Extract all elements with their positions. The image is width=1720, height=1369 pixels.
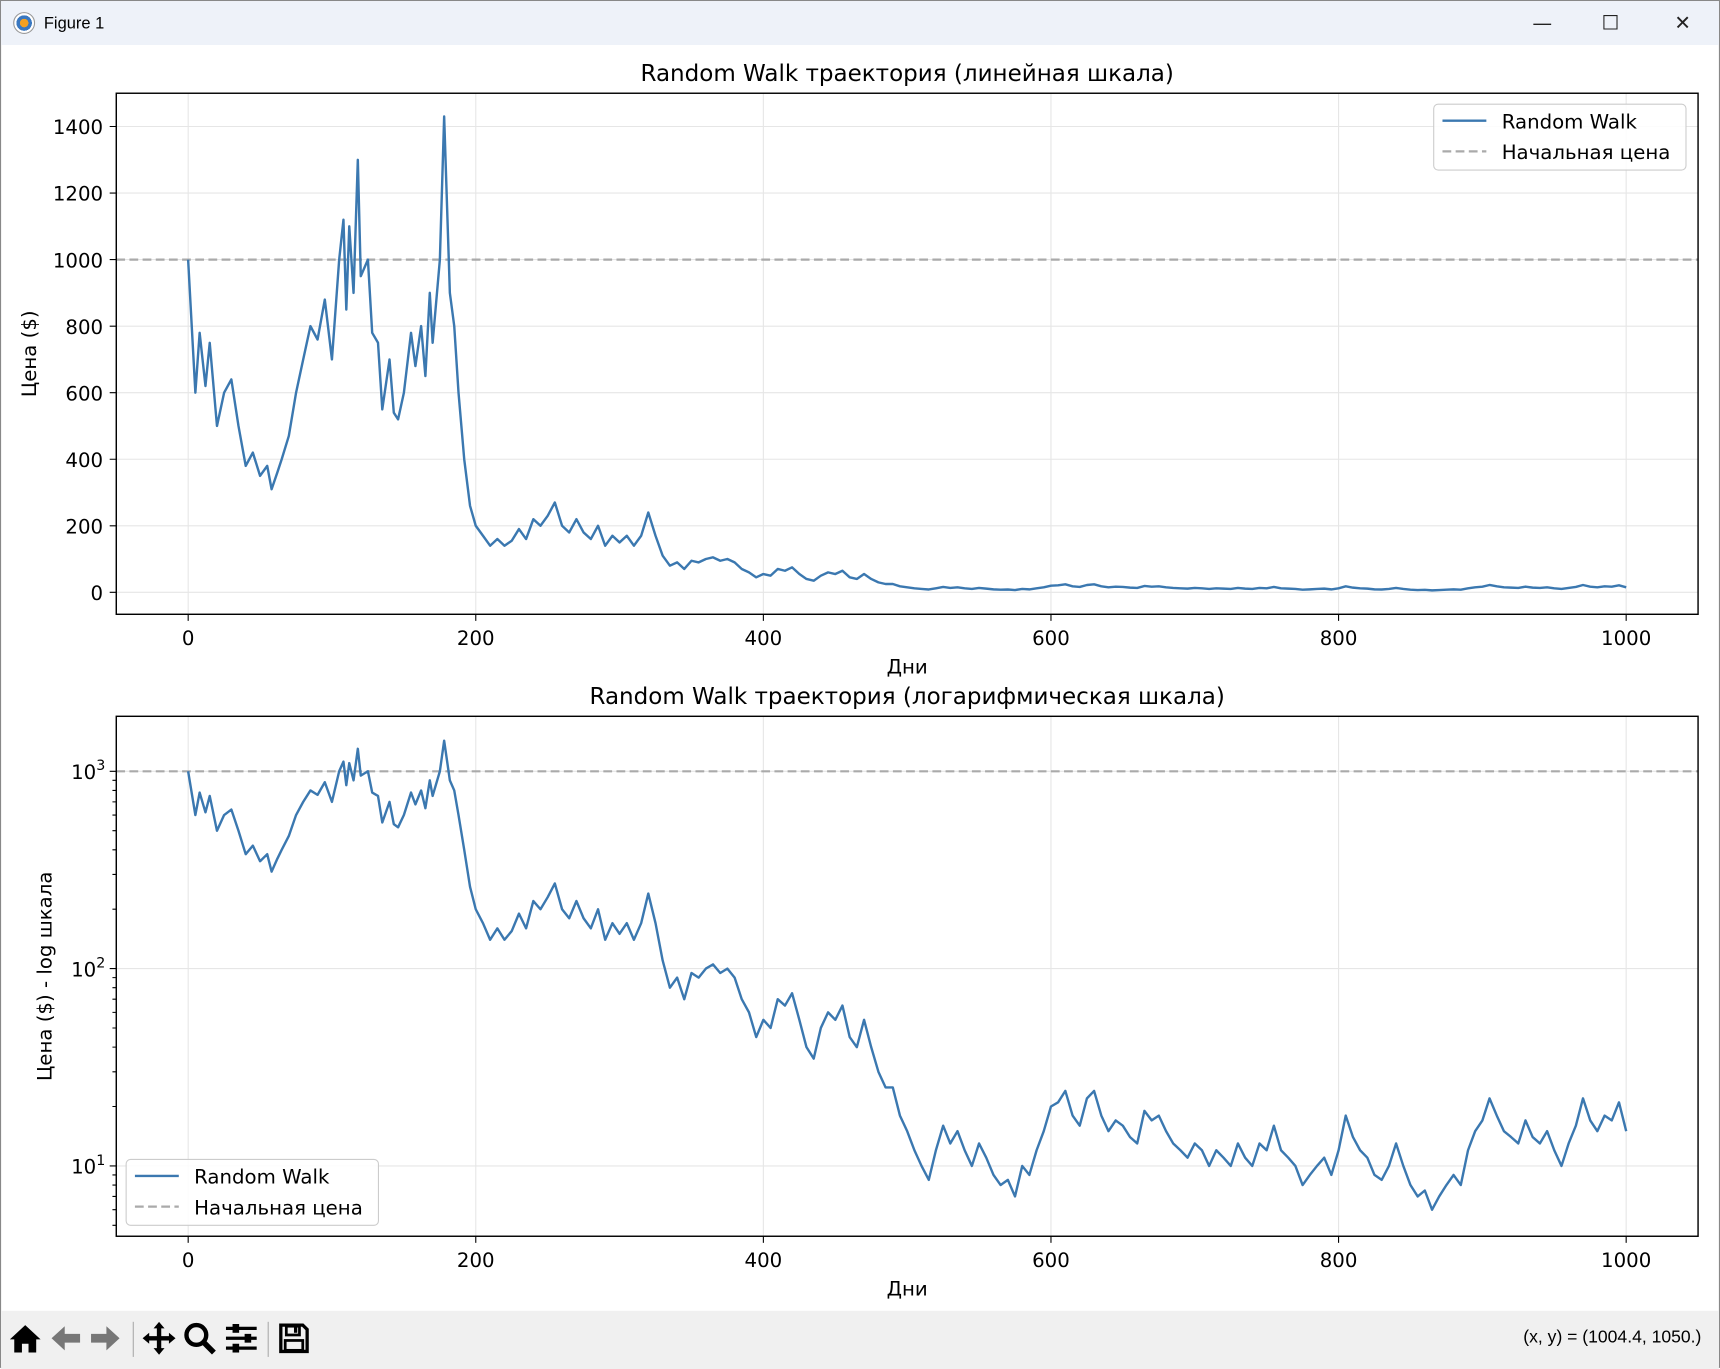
x-axis-label: Дни bbox=[887, 656, 928, 679]
axes-title: Random Walk траектория (логарифмическая … bbox=[589, 684, 1224, 710]
y-axis-label: Цена ($) - log шкала bbox=[34, 872, 57, 1082]
x-tick-label: 600 bbox=[1032, 1249, 1070, 1272]
x-tick-label: 800 bbox=[1320, 627, 1358, 650]
y-tick-label: 101 bbox=[71, 1153, 105, 1179]
y-tick-label: 200 bbox=[65, 515, 103, 538]
figure-window: Figure 1 — ☐ ✕ 0 200 400 600 800 1000 0 200 400 6… bbox=[0, 0, 1720, 1369]
home-icon[interactable] bbox=[7, 1320, 44, 1357]
x-tick-label: 1000 bbox=[1601, 1249, 1651, 1272]
y-tick-label: 102 bbox=[71, 956, 105, 982]
y-tick-label: 0 bbox=[91, 582, 104, 605]
forward-icon[interactable] bbox=[87, 1320, 124, 1357]
axes-frame bbox=[115, 715, 1699, 1237]
y-tick-label: 800 bbox=[65, 316, 103, 339]
save-icon[interactable] bbox=[275, 1320, 312, 1357]
random-walk-line bbox=[186, 115, 1627, 592]
y-tick-label: 400 bbox=[65, 449, 103, 472]
y-axis-label: Цена ($) bbox=[18, 310, 41, 397]
navigation-toolbar: (x, y) = (1004.4, 1050.) bbox=[1, 1310, 1719, 1369]
x-tick-label: 600 bbox=[1032, 627, 1070, 650]
axes-title: Random Walk траектория (линейная шкала) bbox=[640, 61, 1173, 87]
figure-canvas[interactable]: 0 200 400 600 800 1000 0 200 400 600 800 1000 1200 14… bbox=[1, 45, 1719, 1311]
y-tick-label: 1200 bbox=[53, 183, 103, 206]
toolbar-separator bbox=[132, 1321, 134, 1357]
legend-start-price-label: Начальная цена bbox=[1502, 141, 1671, 164]
y-tick-label: 600 bbox=[65, 382, 103, 405]
x-tick-label: 1000 bbox=[1601, 627, 1651, 650]
axes-2: 0 200 400 600 800 1000 101 102 103 Random Walk тр… bbox=[34, 684, 1699, 1300]
configure-subplots-icon[interactable] bbox=[223, 1320, 260, 1357]
y-tick-label: 1000 bbox=[53, 249, 103, 272]
x-tick-label: 400 bbox=[745, 1249, 783, 1272]
pan-icon[interactable] bbox=[140, 1320, 177, 1357]
window-title: Figure 1 bbox=[43, 13, 105, 33]
back-icon[interactable] bbox=[47, 1320, 84, 1357]
y-tick-label: 103 bbox=[71, 758, 105, 784]
legend-random-walk-label: Random Walk bbox=[1502, 110, 1638, 133]
maximize-button[interactable]: ☐ bbox=[1576, 1, 1644, 45]
legend-random-walk-label: Random Walk bbox=[194, 1166, 330, 1189]
title-bar: Figure 1 — ☐ ✕ bbox=[1, 1, 1719, 45]
x-tick-label: 0 bbox=[182, 627, 195, 650]
y-tick-label: 1400 bbox=[53, 116, 103, 139]
random-walk-line bbox=[186, 739, 1628, 1211]
x-tick-label: 0 bbox=[182, 1249, 195, 1272]
x-tick-label: 800 bbox=[1320, 1249, 1358, 1272]
matplotlib-app-icon bbox=[13, 12, 36, 35]
zoom-icon[interactable] bbox=[181, 1320, 218, 1357]
minimize-button[interactable]: — bbox=[1508, 1, 1576, 45]
toolbar-separator bbox=[267, 1321, 269, 1357]
close-button[interactable]: ✕ bbox=[1649, 1, 1717, 45]
axes-1: 0 200 400 600 800 1000 0 200 400 600 800 1000 1200 14… bbox=[18, 61, 1699, 679]
cursor-coordinates: (x, y) = (1004.4, 1050.) bbox=[1523, 1328, 1702, 1348]
x-axis-label: Дни bbox=[887, 1277, 928, 1300]
x-tick-label: 200 bbox=[457, 627, 495, 650]
x-tick-label: 200 bbox=[457, 1249, 495, 1272]
legend: Random Walk Начальная цена bbox=[125, 1158, 379, 1226]
x-tick-label: 400 bbox=[745, 627, 783, 650]
legend-start-price-label: Начальная цена bbox=[194, 1196, 363, 1219]
legend: Random Walk Начальная цена bbox=[1433, 103, 1687, 171]
axes-frame bbox=[115, 92, 1699, 615]
